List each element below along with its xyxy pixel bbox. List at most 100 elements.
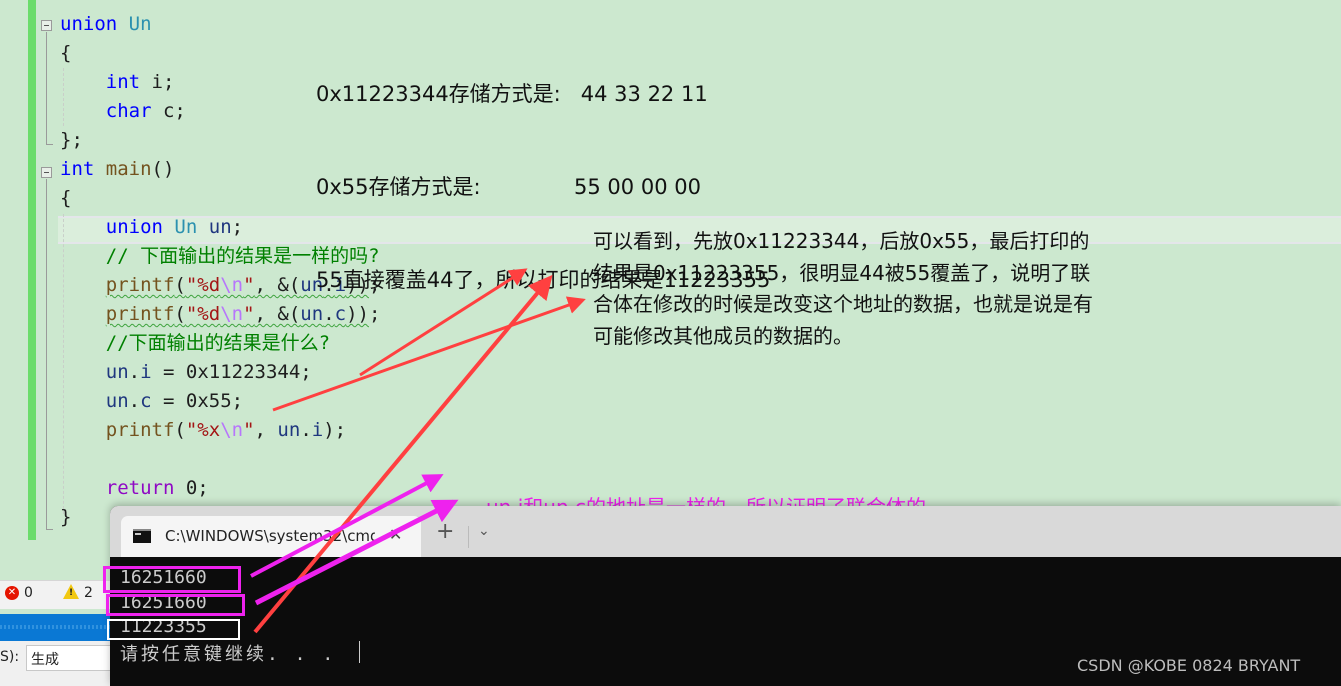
output-source-row: S): 生成 [0, 641, 116, 686]
code-token: , &( [254, 303, 301, 325]
code-token: "%d [185, 303, 221, 325]
code-token: c [140, 390, 152, 412]
highlight-box-addr-c [106, 594, 245, 616]
output-source-label: S): [0, 649, 20, 665]
code-token: return [105, 477, 175, 499]
code-token: . [128, 390, 141, 412]
fold-guide-end [46, 525, 53, 530]
code-token: \n [220, 419, 244, 441]
code-token: \n [220, 274, 244, 296]
storage-note-line: 0x55存储方式是: 55 00 00 00 [316, 175, 701, 199]
error-count[interactable]: 0 [24, 585, 33, 601]
code-line[interactable]: printf("%x\n", un.i); [60, 416, 380, 445]
error-icon[interactable]: ✕ [5, 586, 19, 600]
code-token: "%x [185, 419, 221, 441]
code-token: ; [231, 216, 244, 238]
terminal-output-line: 请按任意键继续. . . [120, 644, 337, 665]
warning-icon-mark: ! [69, 588, 74, 598]
code-token: printf [105, 419, 175, 441]
code-token: = 0x11223344; [151, 361, 312, 383]
code-token: \n [220, 303, 244, 325]
code-token: printf [105, 274, 175, 296]
code-token: 0; [174, 477, 209, 499]
code-line[interactable] [60, 445, 380, 474]
terminal-titlebar: C:\WINDOWS\system32\cmd. ✕ + ⌄ [110, 506, 1341, 557]
code-token: ( [174, 419, 186, 441]
error-list-bar: ✕ 0 ! 2 [0, 580, 112, 609]
build-progress-bar [0, 614, 112, 641]
code-token: () [151, 158, 175, 180]
code-token: . [300, 419, 312, 441]
fold-toggle-union[interactable] [41, 20, 52, 31]
cmd-icon [133, 529, 151, 543]
code-token: }; [60, 129, 83, 151]
code-token: . [128, 361, 141, 383]
warning-count[interactable]: 2 [84, 585, 93, 601]
terminal-window[interactable]: C:\WINDOWS\system32\cmd. ✕ + ⌄ 16251660 … [110, 506, 1341, 686]
code-token: { [60, 42, 72, 64]
code-token: ( [174, 303, 186, 325]
code-token: , &( [254, 274, 301, 296]
code-token: un [105, 361, 129, 383]
code-token: " [243, 303, 255, 325]
code-token: char [105, 100, 152, 122]
close-tab-icon[interactable]: ✕ [389, 525, 402, 544]
code-line[interactable]: un.i = 0x11223344; [60, 358, 380, 387]
fold-guide [46, 179, 47, 529]
fold-toggle-main[interactable] [41, 167, 52, 178]
code-line[interactable]: un.c = 0x55; [60, 387, 380, 416]
titlebar-divider [468, 526, 469, 548]
code-token: " [243, 274, 255, 296]
code-line[interactable]: return 0; [60, 474, 380, 503]
code-token: } [60, 506, 72, 528]
code-token: i [140, 361, 152, 383]
code-token: un [208, 216, 232, 238]
code-token: int [105, 71, 141, 93]
code-token: un [105, 390, 129, 412]
code-token: " [243, 419, 255, 441]
storage-note-line: 0x11223344存储方式是: 44 33 22 11 [316, 82, 708, 106]
code-token: = 0x55; [151, 390, 244, 412]
watermark: CSDN @KOBE 0824 BRYANT [1077, 656, 1301, 675]
code-token: Un [128, 13, 152, 35]
fold-guide-end [46, 140, 53, 145]
highlight-box-result [107, 619, 240, 640]
code-token: ( [174, 274, 186, 296]
fold-guide [46, 32, 47, 144]
terminal-cursor [359, 641, 360, 663]
highlight-box-addr-i [103, 566, 241, 593]
terminal-tab-title: C:\WINDOWS\system32\cmd. [165, 527, 375, 545]
code-token: , [254, 419, 278, 441]
code-token: int [60, 158, 95, 180]
tab-dropdown-button[interactable]: ⌄ [478, 523, 490, 539]
code-token: { [60, 187, 72, 209]
code-token: ); [323, 419, 347, 441]
code-token: printf [105, 303, 175, 325]
explanation-note: 可以看到，先放0x11223344，后放0x55，最后打印的结果是0x11223… [593, 229, 1093, 348]
code-token: Un [174, 216, 198, 238]
change-tracking-bar [28, 0, 36, 540]
new-tab-button[interactable]: + [436, 521, 454, 543]
code-token: main [105, 158, 152, 180]
code-token: i; [140, 71, 175, 93]
code-token: c; [151, 100, 186, 122]
output-source-select[interactable]: 生成 [26, 645, 116, 671]
terminal-tab[interactable]: C:\WINDOWS\system32\cmd. ✕ [121, 516, 421, 557]
code-token: i [311, 419, 324, 441]
code-token: union [105, 216, 163, 238]
